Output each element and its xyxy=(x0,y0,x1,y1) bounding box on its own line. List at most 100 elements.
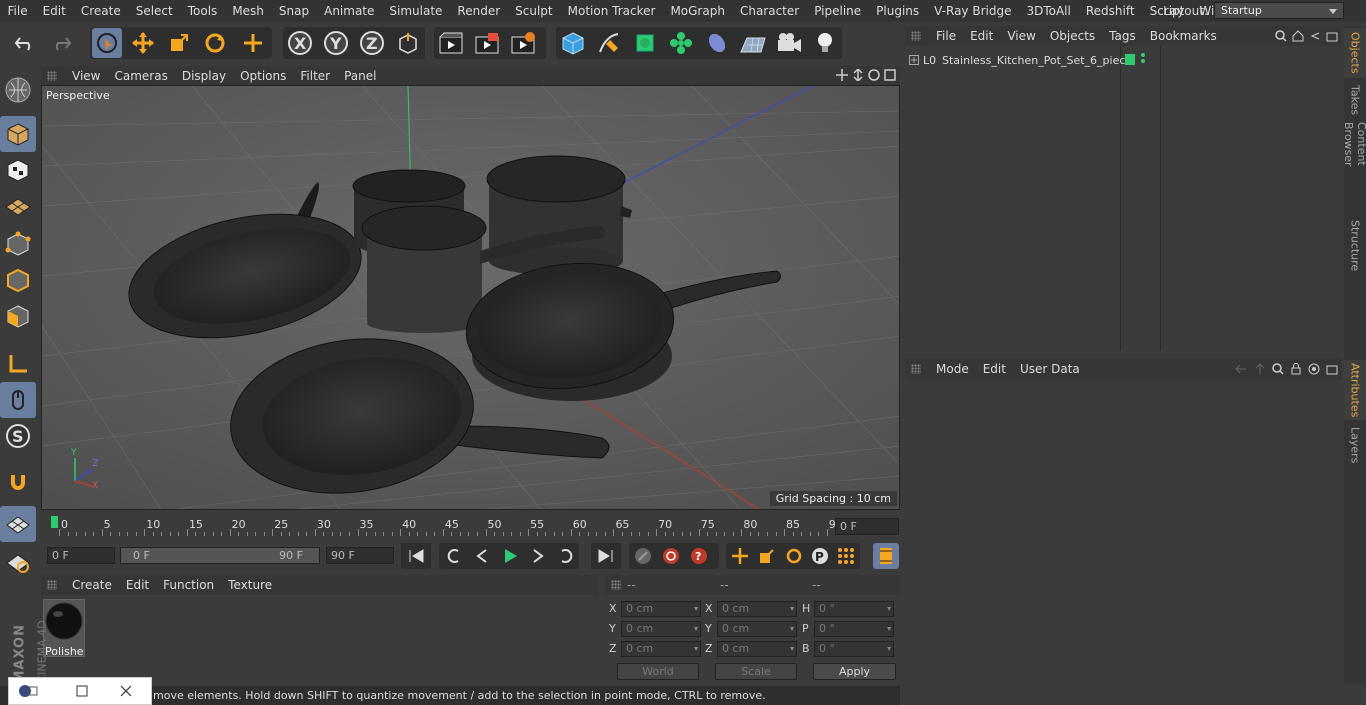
transform-icon[interactable] xyxy=(238,28,268,58)
search-icon[interactable] xyxy=(1272,363,1284,375)
menu-sculpt[interactable]: Sculpt xyxy=(508,4,560,18)
timeline[interactable]: 051015202530354045505560657075808590 0 F xyxy=(41,512,900,540)
edges-mode-icon[interactable] xyxy=(0,262,36,298)
redo-icon[interactable] xyxy=(46,28,76,58)
visibility-dots[interactable] xyxy=(1141,53,1145,63)
snap-magnet-icon[interactable] xyxy=(0,464,36,500)
material-menu-create[interactable]: Create xyxy=(65,578,119,592)
play-icon[interactable] xyxy=(499,546,521,566)
move-icon[interactable] xyxy=(128,28,158,58)
start-frame-field[interactable]: 0 F xyxy=(47,547,115,564)
model-mode-icon[interactable] xyxy=(0,116,36,152)
render-view-icon[interactable] xyxy=(436,28,466,58)
deformer-icon[interactable] xyxy=(702,28,732,58)
viewport-menu-display[interactable]: Display xyxy=(175,69,233,83)
playhead[interactable] xyxy=(51,516,58,528)
coord-value-field[interactable]: 0 ° xyxy=(814,601,894,617)
live-selection-icon[interactable] xyxy=(92,28,122,58)
coord-value-field[interactable]: 0 cm xyxy=(717,641,797,657)
key-parameter-icon[interactable]: P xyxy=(808,546,832,566)
maximize-icon[interactable] xyxy=(884,69,896,81)
close-window-icon[interactable] xyxy=(119,684,133,698)
rotate-icon[interactable] xyxy=(200,28,230,58)
points-mode-icon[interactable] xyxy=(0,226,36,262)
menu-v-ray-bridge[interactable]: V-Ray Bridge xyxy=(927,4,1019,18)
object-name[interactable]: Stainless_Kitchen_Pot_Set_6_piece xyxy=(942,54,1132,67)
material-menu-function[interactable]: Function xyxy=(156,578,221,592)
viewport-menu-options[interactable]: Options xyxy=(233,69,293,83)
orbit-icon[interactable] xyxy=(868,69,880,81)
material-menu-texture[interactable]: Texture xyxy=(221,578,279,592)
attr-menu-mode[interactable]: Mode xyxy=(929,362,976,376)
prev-key-icon[interactable] xyxy=(443,546,465,566)
current-frame-field[interactable]: 0 F xyxy=(835,518,899,535)
solo-mode-icon[interactable]: S xyxy=(0,418,36,454)
attr-menu-edit[interactable]: Edit xyxy=(976,362,1013,376)
workplane-icon[interactable] xyxy=(0,188,36,224)
menu-select[interactable]: Select xyxy=(128,4,180,18)
light-icon[interactable] xyxy=(810,28,840,58)
menu-file[interactable]: File xyxy=(0,4,35,18)
tab-content-browser[interactable]: Content Browser xyxy=(1342,122,1366,210)
menu-plugins[interactable]: Plugins xyxy=(869,4,927,18)
coord-value-field[interactable]: 0 cm xyxy=(621,621,701,637)
y-axis-lock-icon[interactable]: Y xyxy=(321,28,351,58)
scale-icon[interactable] xyxy=(164,28,194,58)
lock-icon[interactable] xyxy=(1290,363,1302,375)
coord-space-dropdown[interactable]: World xyxy=(617,663,699,680)
menu-snap[interactable]: Snap xyxy=(271,4,316,18)
tab-objects[interactable]: Objects xyxy=(1344,28,1366,78)
render-settings-icon[interactable] xyxy=(508,28,538,58)
perspective-viewport[interactable]: Y Z X Perspective Grid Spacing : 10 cm xyxy=(41,85,900,510)
texture-mode-icon[interactable] xyxy=(0,152,36,188)
menu-animate[interactable]: Animate xyxy=(317,4,382,18)
menu-redshift[interactable]: Redshift xyxy=(1078,4,1142,18)
viewport-menu-panel[interactable]: Panel xyxy=(337,69,383,83)
arrow-left-icon[interactable] xyxy=(1234,363,1248,375)
object-menu-file[interactable]: File xyxy=(929,29,963,43)
new-panel-icon[interactable] xyxy=(1326,363,1338,375)
layout-dropdown[interactable]: Startup xyxy=(1214,2,1344,19)
coordinate-system-icon[interactable] xyxy=(393,28,423,58)
axis-mode-icon[interactable] xyxy=(0,346,36,382)
undo-icon[interactable] xyxy=(10,28,40,58)
next-key-icon[interactable] xyxy=(555,546,577,566)
menu-pipeline[interactable]: Pipeline xyxy=(807,4,869,18)
frame-range-slider[interactable]: 0 F 90 F xyxy=(120,547,320,564)
coord-mode-dropdown[interactable]: Scale xyxy=(715,663,797,680)
z-axis-lock-icon[interactable]: Z xyxy=(357,28,387,58)
expand-icon[interactable] xyxy=(909,55,919,65)
apply-button[interactable]: Apply xyxy=(813,663,896,680)
key-pla-icon[interactable] xyxy=(834,546,858,566)
polygons-mode-icon[interactable] xyxy=(0,298,36,334)
tab-takes[interactable]: Takes xyxy=(1344,82,1366,118)
next-frame-icon[interactable] xyxy=(527,546,549,566)
keyframe-disabled-icon[interactable] xyxy=(632,546,654,566)
prev-frame-icon[interactable] xyxy=(471,546,493,566)
render-picture-viewer-icon[interactable] xyxy=(472,28,502,58)
menu-mesh[interactable]: Mesh xyxy=(225,4,272,18)
object-menu-objects[interactable]: Objects xyxy=(1043,29,1102,43)
maximize-window-icon[interactable] xyxy=(75,684,89,698)
tab-attributes[interactable]: Attributes xyxy=(1344,360,1366,420)
x-axis-lock-icon[interactable]: X xyxy=(285,28,315,58)
target-icon[interactable] xyxy=(1308,363,1320,375)
pan-icon[interactable] xyxy=(836,69,848,81)
menu-tools[interactable]: Tools xyxy=(180,4,225,18)
menu-3dtoall[interactable]: 3DToAll xyxy=(1019,4,1078,18)
menu-create[interactable]: Create xyxy=(73,4,128,18)
object-menu-edit[interactable]: Edit xyxy=(963,29,1000,43)
coord-value-field[interactable]: 0 cm xyxy=(621,641,701,657)
coord-value-field[interactable]: 0 cm xyxy=(717,601,797,617)
layer-color-tag[interactable] xyxy=(1125,54,1135,65)
make-editable-icon[interactable] xyxy=(0,72,36,108)
object-menu-tags[interactable]: Tags xyxy=(1102,29,1143,43)
tweak-mode-icon[interactable] xyxy=(0,382,36,418)
back-icon[interactable] xyxy=(1309,30,1321,42)
key-scale-icon[interactable] xyxy=(754,546,778,566)
viewport-menu-filter[interactable]: Filter xyxy=(293,69,337,83)
end-frame-field[interactable]: 90 F xyxy=(326,547,394,564)
coord-value-field[interactable]: 0 ° xyxy=(814,621,894,637)
home-icon[interactable] xyxy=(1292,30,1304,42)
cube-icon[interactable] xyxy=(558,28,588,58)
